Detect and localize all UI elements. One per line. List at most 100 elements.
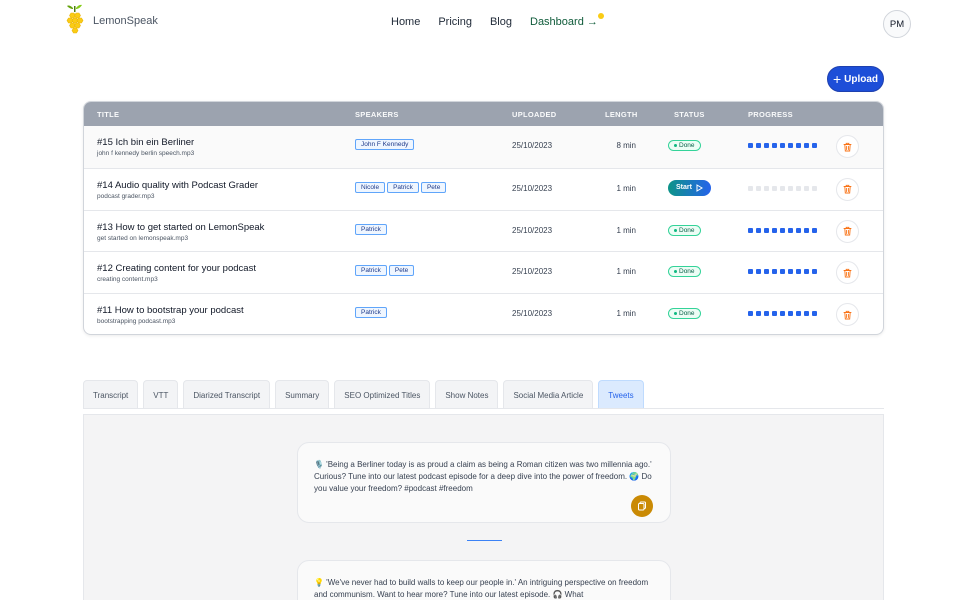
episode-title-cell[interactable]: #14 Audio quality with Podcast Grader po… bbox=[97, 180, 258, 200]
tab-summary[interactable]: Summary bbox=[275, 380, 330, 409]
speakers-cell: Patrick Pete bbox=[355, 265, 415, 277]
progress-segment bbox=[780, 311, 785, 317]
episode-length: 1 min bbox=[616, 183, 636, 193]
tabs-divider bbox=[83, 408, 884, 409]
play-icon bbox=[696, 183, 703, 192]
table-header: TITLE SPEAKERS UPLOADED LENGTH STATUS PR… bbox=[84, 102, 883, 126]
status-badge: Done bbox=[668, 308, 701, 320]
episode-title-cell[interactable]: #11 How to bootstrap your podcast bootst… bbox=[97, 305, 244, 325]
header-title: TITLE bbox=[97, 110, 120, 119]
episode-title[interactable]: #13 How to get started on LemonSpeak bbox=[97, 222, 264, 233]
tab-show-notes[interactable]: Show Notes bbox=[435, 380, 499, 409]
progress-segment bbox=[796, 269, 801, 275]
delete-button[interactable] bbox=[836, 261, 859, 285]
progress-segment bbox=[748, 269, 753, 275]
tab-social-media-article[interactable]: Social Media Article bbox=[503, 380, 594, 409]
trash-icon bbox=[843, 142, 852, 151]
status-cell: Done bbox=[668, 138, 710, 151]
table-row[interactable]: #11 How to bootstrap your podcast bootst… bbox=[84, 293, 883, 334]
episode-file: bootstrapping podcast.mp3 bbox=[97, 318, 176, 326]
episode-title[interactable]: #11 How to bootstrap your podcast bbox=[97, 305, 244, 316]
progress-segment bbox=[756, 311, 761, 317]
status-cell: Done bbox=[668, 223, 710, 236]
progress-segment bbox=[764, 311, 769, 317]
progress-segment bbox=[772, 227, 777, 233]
tab-vtt[interactable]: VTT bbox=[143, 380, 179, 409]
delete-button[interactable] bbox=[836, 303, 859, 327]
progress-segment bbox=[780, 143, 785, 148]
progress-bar bbox=[748, 311, 817, 317]
nav-dashboard[interactable]: Dashboard → bbox=[530, 13, 604, 28]
speaker-chip: Nicole bbox=[355, 181, 386, 193]
progress-segment bbox=[772, 311, 777, 317]
progress-bar bbox=[748, 143, 817, 148]
header-length: LENGTH bbox=[605, 110, 638, 119]
episode-title-cell[interactable]: #13 How to get started on LemonSpeak get… bbox=[97, 222, 264, 242]
trash-icon bbox=[843, 268, 852, 278]
tab-transcript[interactable]: Transcript bbox=[83, 380, 139, 409]
progress-segment bbox=[804, 227, 809, 233]
progress-segment bbox=[796, 143, 801, 148]
tab-tweets[interactable]: Tweets bbox=[598, 380, 644, 409]
tab-seo-optimized-titles[interactable]: SEO Optimized Titles bbox=[334, 380, 431, 409]
episode-title[interactable]: #14 Audio quality with Podcast Grader bbox=[97, 180, 258, 191]
start-button[interactable]: Start bbox=[668, 179, 711, 196]
upload-label: Upload bbox=[844, 73, 879, 85]
nav-home[interactable]: Home bbox=[391, 16, 420, 28]
nav-blog[interactable]: Blog bbox=[490, 16, 512, 28]
episode-title-cell[interactable]: #15 Ich bin ein Berliner john f kennedy … bbox=[97, 137, 194, 157]
logo[interactable]: LemonSpeak bbox=[63, 2, 158, 38]
trash-icon bbox=[843, 226, 852, 236]
progress-segment bbox=[804, 269, 809, 275]
upload-button[interactable]: + Upload bbox=[827, 66, 884, 92]
progress-segment bbox=[764, 143, 769, 148]
plus-icon: + bbox=[832, 71, 842, 87]
speaker-chip: Patrick bbox=[387, 181, 419, 193]
episode-length: 1 min bbox=[616, 267, 636, 277]
start-label: Start bbox=[676, 184, 692, 192]
progress-segment bbox=[772, 143, 777, 148]
progress-segment bbox=[748, 227, 753, 233]
episode-title[interactable]: #12 Creating content for your podcast bbox=[97, 263, 256, 274]
delete-button[interactable] bbox=[836, 219, 859, 243]
speaker-chip: Pete bbox=[420, 181, 447, 193]
avatar[interactable]: PM bbox=[883, 10, 911, 38]
speakers-cell: John F Kennedy bbox=[355, 139, 415, 150]
progress-segment bbox=[764, 185, 769, 191]
progress-segment bbox=[804, 143, 809, 148]
header-uploaded: UPLOADED bbox=[512, 110, 557, 119]
status-label: Done bbox=[679, 268, 695, 276]
progress-segment bbox=[812, 143, 817, 148]
episode-title-cell[interactable]: #12 Creating content for your podcast cr… bbox=[97, 263, 256, 283]
table-row[interactable]: #15 Ich bin ein Berliner john f kennedy … bbox=[84, 126, 883, 168]
progress-bar bbox=[748, 269, 817, 275]
nav-dashboard-label: Dashboard → bbox=[530, 16, 598, 28]
progress-segment bbox=[812, 269, 817, 275]
tweet-card: 🎙️ 'Being a Berliner today is as proud a… bbox=[297, 442, 671, 523]
status-dot bbox=[674, 144, 677, 147]
nav-pricing[interactable]: Pricing bbox=[438, 16, 472, 28]
table-row[interactable]: #12 Creating content for your podcast cr… bbox=[84, 251, 883, 293]
progress-segment bbox=[796, 311, 801, 317]
progress-segment bbox=[812, 311, 817, 317]
episode-title[interactable]: #15 Ich bin ein Berliner bbox=[97, 137, 194, 148]
status-dot bbox=[674, 312, 677, 316]
delete-button[interactable] bbox=[836, 177, 859, 201]
speakers-cell: Patrick bbox=[355, 307, 387, 319]
progress-segment bbox=[780, 185, 785, 191]
uploaded-date: 25/10/2023 bbox=[512, 183, 553, 193]
progress-segment bbox=[804, 185, 809, 191]
delete-button[interactable] bbox=[836, 135, 859, 158]
status-dot bbox=[674, 270, 677, 274]
table-row[interactable]: #14 Audio quality with Podcast Grader po… bbox=[84, 167, 883, 210]
tab-diarized-transcript[interactable]: Diarized Transcript bbox=[183, 380, 271, 409]
status-badge: Done bbox=[668, 266, 701, 278]
table-row[interactable]: #13 How to get started on LemonSpeak get… bbox=[84, 209, 883, 252]
progress-segment bbox=[756, 185, 761, 191]
progress-segment bbox=[764, 269, 769, 275]
notification-dot bbox=[597, 13, 604, 19]
trash-icon bbox=[843, 185, 852, 194]
progress-segment bbox=[788, 311, 793, 317]
logo-text: LemonSpeak bbox=[93, 15, 158, 27]
copy-button[interactable] bbox=[631, 495, 653, 517]
